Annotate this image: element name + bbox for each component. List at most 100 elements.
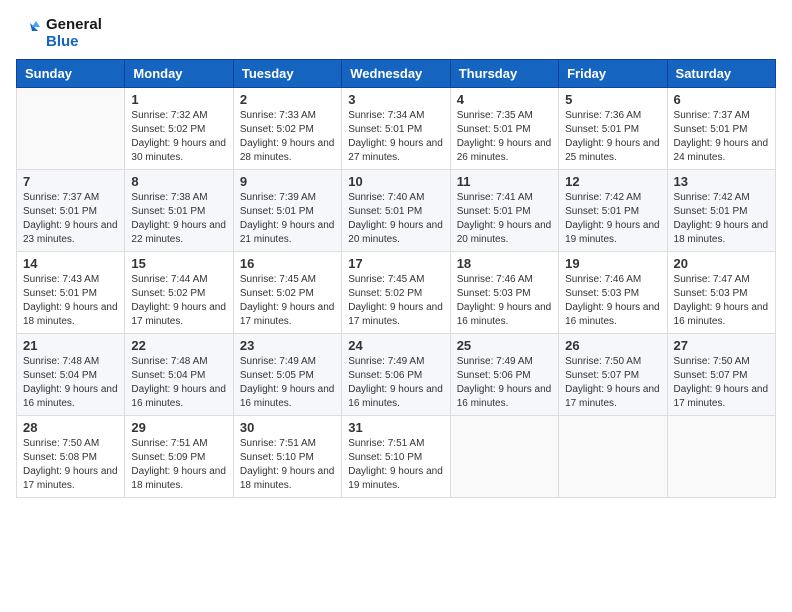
calendar-day-cell: 3 Sunrise: 7:34 AMSunset: 5:01 PMDaylight… [342, 87, 450, 169]
day-detail: Sunrise: 7:50 AMSunset: 5:07 PMDaylight:… [674, 355, 769, 411]
day-detail: Sunrise: 7:50 AMSunset: 5:07 PMDaylight:… [565, 355, 660, 411]
day-detail: Sunrise: 7:48 AMSunset: 5:04 PMDaylight:… [23, 355, 118, 411]
day-number: 19 [565, 256, 660, 271]
day-number: 11 [457, 174, 552, 189]
calendar-day-cell: 1 Sunrise: 7:32 AMSunset: 5:02 PMDaylight… [125, 87, 233, 169]
logo: General Blue [16, 16, 102, 51]
calendar-day-cell: 21 Sunrise: 7:48 AMSunset: 5:04 PMDayligh… [17, 333, 125, 415]
weekday-header-wednesday: Wednesday [342, 59, 450, 87]
calendar-day-cell: 4 Sunrise: 7:35 AMSunset: 5:01 PMDaylight… [450, 87, 558, 169]
day-number: 29 [131, 420, 226, 435]
calendar-day-cell: 8Sunrise: 7:38 AMSunset: 5:01 PMDaylight… [125, 169, 233, 251]
calendar-day-cell: 30 Sunrise: 7:51 AMSunset: 5:10 PMDayligh… [233, 415, 341, 497]
calendar-day-cell: 24Sunrise: 7:49 AMSunset: 5:06 PMDayligh… [342, 333, 450, 415]
day-number: 12 [565, 174, 660, 189]
day-detail: Sunrise: 7:45 AMSunset: 5:02 PMDaylight:… [240, 273, 335, 329]
day-detail: Sunrise: 7:51 AMSunset: 5:10 PMDaylight:… [240, 437, 335, 493]
calendar-day-cell: 28Sunrise: 7:50 AMSunset: 5:08 PMDayligh… [17, 415, 125, 497]
day-detail: Sunrise: 7:41 AMSunset: 5:01 PMDaylight:… [457, 191, 552, 247]
calendar-day-cell: 5Sunrise: 7:36 AMSunset: 5:01 PMDaylight… [559, 87, 667, 169]
day-detail: Sunrise: 7:44 AMSunset: 5:02 PMDaylight:… [131, 273, 226, 329]
day-number: 3 [348, 92, 443, 107]
calendar-day-cell: 20 Sunrise: 7:47 AMSunset: 5:03 PMDayligh… [667, 251, 775, 333]
calendar-day-cell: 11 Sunrise: 7:41 AMSunset: 5:01 PMDayligh… [450, 169, 558, 251]
day-number: 31 [348, 420, 443, 435]
day-detail: Sunrise: 7:48 AMSunset: 5:04 PMDaylight:… [131, 355, 226, 411]
day-number: 18 [457, 256, 552, 271]
calendar-day-cell: 31 Sunrise: 7:51 AMSunset: 5:10 PMDayligh… [342, 415, 450, 497]
calendar-day-cell: 27 Sunrise: 7:50 AMSunset: 5:07 PMDayligh… [667, 333, 775, 415]
day-detail: Sunrise: 7:38 AMSunset: 5:01 PMDaylight:… [131, 191, 226, 247]
calendar-day-cell: 18 Sunrise: 7:46 AMSunset: 5:03 PMDayligh… [450, 251, 558, 333]
logo-blue: Blue [46, 33, 102, 50]
day-number: 23 [240, 338, 335, 353]
day-detail: Sunrise: 7:49 AMSunset: 5:06 PMDaylight:… [457, 355, 552, 411]
day-number: 9 [240, 174, 335, 189]
day-detail: Sunrise: 7:49 AMSunset: 5:05 PMDaylight:… [240, 355, 335, 411]
day-detail: Sunrise: 7:35 AMSunset: 5:01 PMDaylight:… [457, 109, 552, 165]
day-detail: Sunrise: 7:46 AMSunset: 5:03 PMDaylight:… [565, 273, 660, 329]
day-number: 15 [131, 256, 226, 271]
day-number: 28 [23, 420, 118, 435]
page-header: General Blue [16, 16, 776, 51]
calendar-day-cell: 26 Sunrise: 7:50 AMSunset: 5:07 PMDayligh… [559, 333, 667, 415]
calendar-day-cell [450, 415, 558, 497]
calendar-day-cell [559, 415, 667, 497]
day-number: 1 [131, 92, 226, 107]
weekday-header-tuesday: Tuesday [233, 59, 341, 87]
day-detail: Sunrise: 7:47 AMSunset: 5:03 PMDaylight:… [674, 273, 769, 329]
day-number: 27 [674, 338, 769, 353]
calendar-day-cell: 9Sunrise: 7:39 AMSunset: 5:01 PMDaylight… [233, 169, 341, 251]
day-detail: Sunrise: 7:51 AMSunset: 5:09 PMDaylight:… [131, 437, 226, 493]
calendar-day-cell: 16 Sunrise: 7:45 AMSunset: 5:02 PMDayligh… [233, 251, 341, 333]
calendar-day-cell: 29 Sunrise: 7:51 AMSunset: 5:09 PMDayligh… [125, 415, 233, 497]
day-detail: Sunrise: 7:40 AMSunset: 5:01 PMDaylight:… [348, 191, 443, 247]
calendar-week-row: 14 Sunrise: 7:43 AMSunset: 5:01 PMDayligh… [17, 251, 776, 333]
day-detail: Sunrise: 7:36 AMSunset: 5:01 PMDaylight:… [565, 109, 660, 165]
day-detail: Sunrise: 7:46 AMSunset: 5:03 PMDaylight:… [457, 273, 552, 329]
day-number: 17 [348, 256, 443, 271]
day-number: 21 [23, 338, 118, 353]
day-number: 6 [674, 92, 769, 107]
calendar-day-cell: 23 Sunrise: 7:49 AMSunset: 5:05 PMDayligh… [233, 333, 341, 415]
calendar-day-cell: 7Sunrise: 7:37 AMSunset: 5:01 PMDaylight… [17, 169, 125, 251]
calendar-day-cell: 19 Sunrise: 7:46 AMSunset: 5:03 PMDayligh… [559, 251, 667, 333]
day-number: 13 [674, 174, 769, 189]
logo-bird-icon [16, 19, 44, 47]
day-number: 14 [23, 256, 118, 271]
calendar-day-cell: 14 Sunrise: 7:43 AMSunset: 5:01 PMDayligh… [17, 251, 125, 333]
day-number: 2 [240, 92, 335, 107]
day-detail: Sunrise: 7:43 AMSunset: 5:01 PMDaylight:… [23, 273, 118, 329]
calendar-day-cell: 25Sunrise: 7:49 AMSunset: 5:06 PMDayligh… [450, 333, 558, 415]
logo-general: General [46, 16, 102, 33]
day-detail: Sunrise: 7:42 AMSunset: 5:01 PMDaylight:… [674, 191, 769, 247]
calendar-day-cell: 2Sunrise: 7:33 AMSunset: 5:02 PMDaylight… [233, 87, 341, 169]
day-detail: Sunrise: 7:37 AMSunset: 5:01 PMDaylight:… [674, 109, 769, 165]
day-detail: Sunrise: 7:34 AMSunset: 5:01 PMDaylight:… [348, 109, 443, 165]
calendar-table: SundayMondayTuesdayWednesdayThursdayFrid… [16, 59, 776, 498]
day-detail: Sunrise: 7:51 AMSunset: 5:10 PMDaylight:… [348, 437, 443, 493]
calendar-day-cell: 22 Sunrise: 7:48 AMSunset: 5:04 PMDayligh… [125, 333, 233, 415]
day-detail: Sunrise: 7:32 AMSunset: 5:02 PMDaylight:… [131, 109, 226, 165]
day-number: 4 [457, 92, 552, 107]
day-detail: Sunrise: 7:49 AMSunset: 5:06 PMDaylight:… [348, 355, 443, 411]
day-number: 16 [240, 256, 335, 271]
calendar-day-cell [667, 415, 775, 497]
weekday-header-thursday: Thursday [450, 59, 558, 87]
calendar-header-row: SundayMondayTuesdayWednesdayThursdayFrid… [17, 59, 776, 87]
day-number: 30 [240, 420, 335, 435]
weekday-header-friday: Friday [559, 59, 667, 87]
day-number: 22 [131, 338, 226, 353]
calendar-day-cell: 17 Sunrise: 7:45 AMSunset: 5:02 PMDayligh… [342, 251, 450, 333]
day-detail: Sunrise: 7:37 AMSunset: 5:01 PMDaylight:… [23, 191, 118, 247]
calendar-week-row: 28Sunrise: 7:50 AMSunset: 5:08 PMDayligh… [17, 415, 776, 497]
day-number: 20 [674, 256, 769, 271]
calendar-week-row: 7Sunrise: 7:37 AMSunset: 5:01 PMDaylight… [17, 169, 776, 251]
day-detail: Sunrise: 7:45 AMSunset: 5:02 PMDaylight:… [348, 273, 443, 329]
calendar-week-row: 1 Sunrise: 7:32 AMSunset: 5:02 PMDaylight… [17, 87, 776, 169]
weekday-header-saturday: Saturday [667, 59, 775, 87]
calendar-day-cell: 15 Sunrise: 7:44 AMSunset: 5:02 PMDayligh… [125, 251, 233, 333]
calendar-day-cell: 13 Sunrise: 7:42 AMSunset: 5:01 PMDayligh… [667, 169, 775, 251]
weekday-header-sunday: Sunday [17, 59, 125, 87]
day-number: 26 [565, 338, 660, 353]
